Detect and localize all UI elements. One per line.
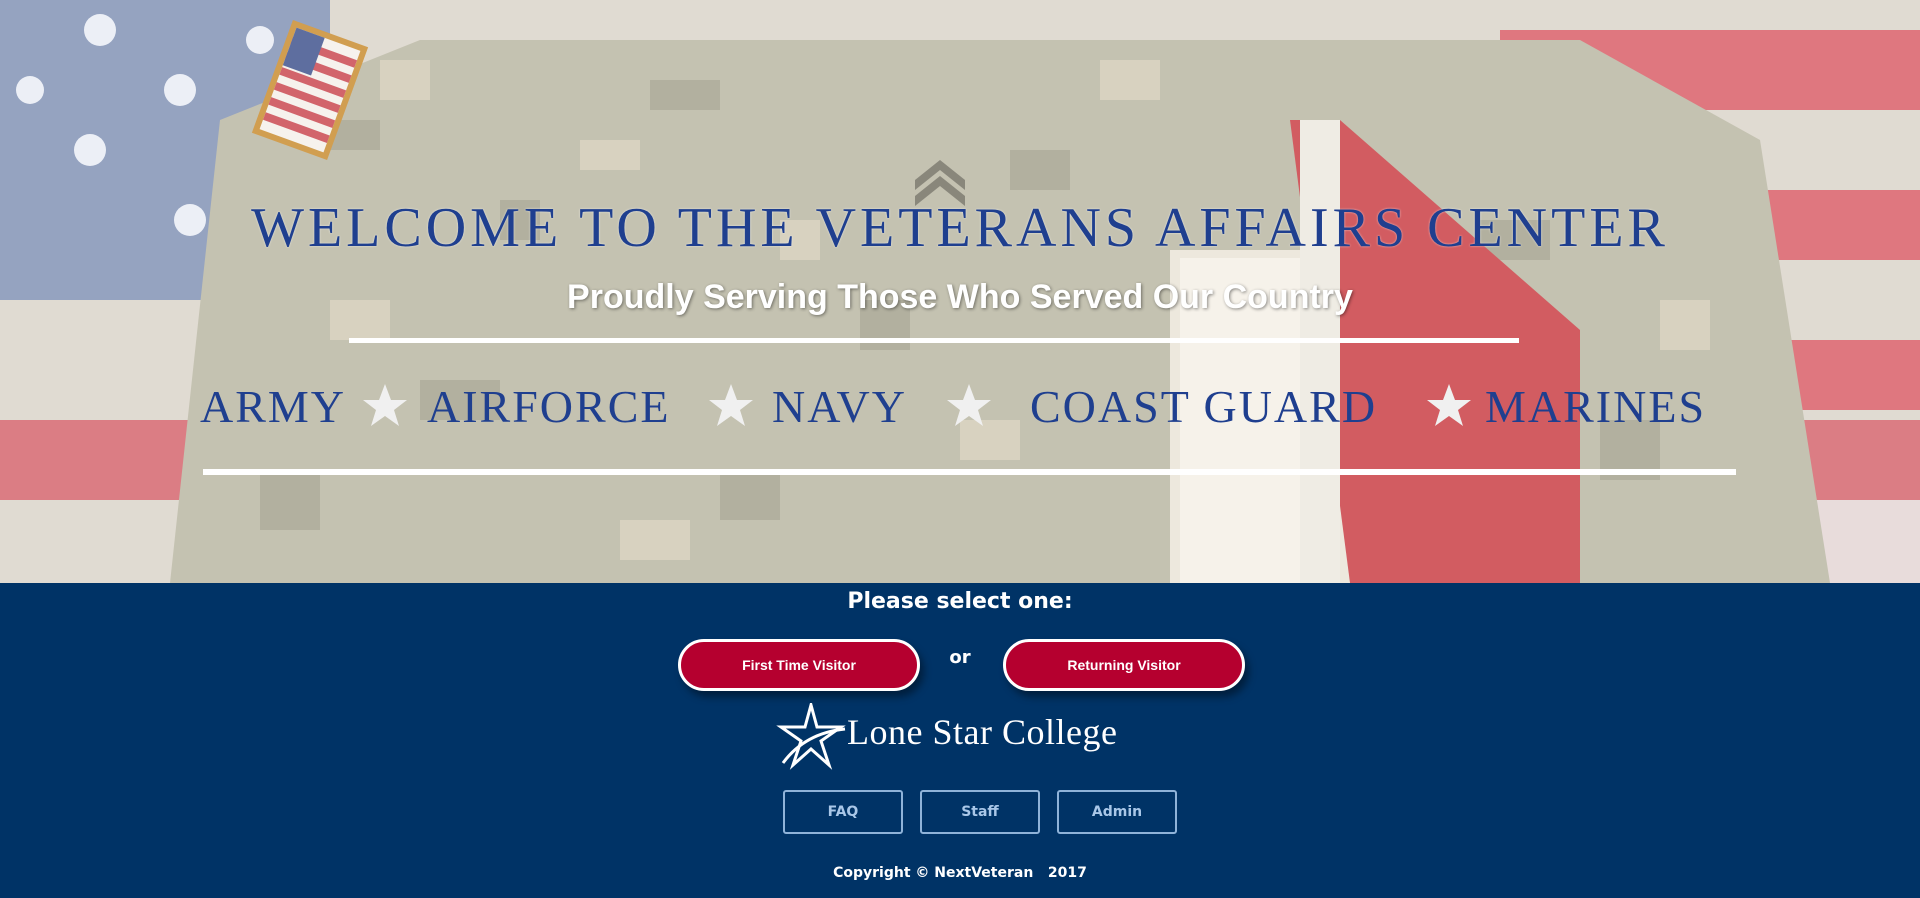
welcome-title: Welcome to the Veterans Affairs Center xyxy=(251,197,1669,259)
logo-text: Lone Star College xyxy=(847,712,1118,752)
admin-button[interactable]: Admin xyxy=(1057,790,1177,834)
faq-label: FAQ xyxy=(827,804,859,820)
or-label: or xyxy=(949,647,971,668)
faq-button[interactable]: FAQ xyxy=(783,790,903,834)
star-icon xyxy=(709,384,753,426)
admin-label: Admin xyxy=(1091,804,1143,820)
staff-button[interactable]: Staff xyxy=(920,790,1040,834)
first-time-visitor-button[interactable]: First Time Visitor xyxy=(678,639,920,691)
copyright-text: Copyright © NextVeteran 2017 xyxy=(833,865,1087,881)
staff-label: Staff xyxy=(961,804,999,820)
branch-army: ARMY xyxy=(200,381,347,432)
returning-visitor-label: Returning Visitor xyxy=(1067,657,1181,673)
divider-top xyxy=(349,338,1519,343)
star-icon xyxy=(947,384,991,426)
first-time-visitor-label: First Time Visitor xyxy=(742,657,856,673)
footer-panel: Please select one: First Time Visitor or… xyxy=(0,583,1920,898)
branch-navy: NAVY xyxy=(772,381,907,432)
returning-visitor-button[interactable]: Returning Visitor xyxy=(1003,639,1245,691)
star-icon xyxy=(1427,384,1471,426)
star-swoosh-icon xyxy=(776,699,846,770)
branch-coast-guard: COAST GUARD xyxy=(1030,381,1378,432)
subtitle: Proudly Serving Those Who Served Our Cou… xyxy=(567,278,1353,316)
hero-banner: Welcome to the Veterans Affairs Center P… xyxy=(0,0,1920,583)
branch-airforce: AIRFORCE xyxy=(427,381,671,432)
branch-marines: MARINES xyxy=(1485,381,1707,432)
branch-list: ARMY AIRFORCE NAVY COAST GUARD MARINES xyxy=(0,380,1920,450)
select-prompt: Please select one: xyxy=(847,589,1073,614)
lone-star-college-logo: Lone Star College xyxy=(775,699,1155,775)
star-icon xyxy=(363,384,407,426)
divider-bottom xyxy=(203,469,1736,475)
